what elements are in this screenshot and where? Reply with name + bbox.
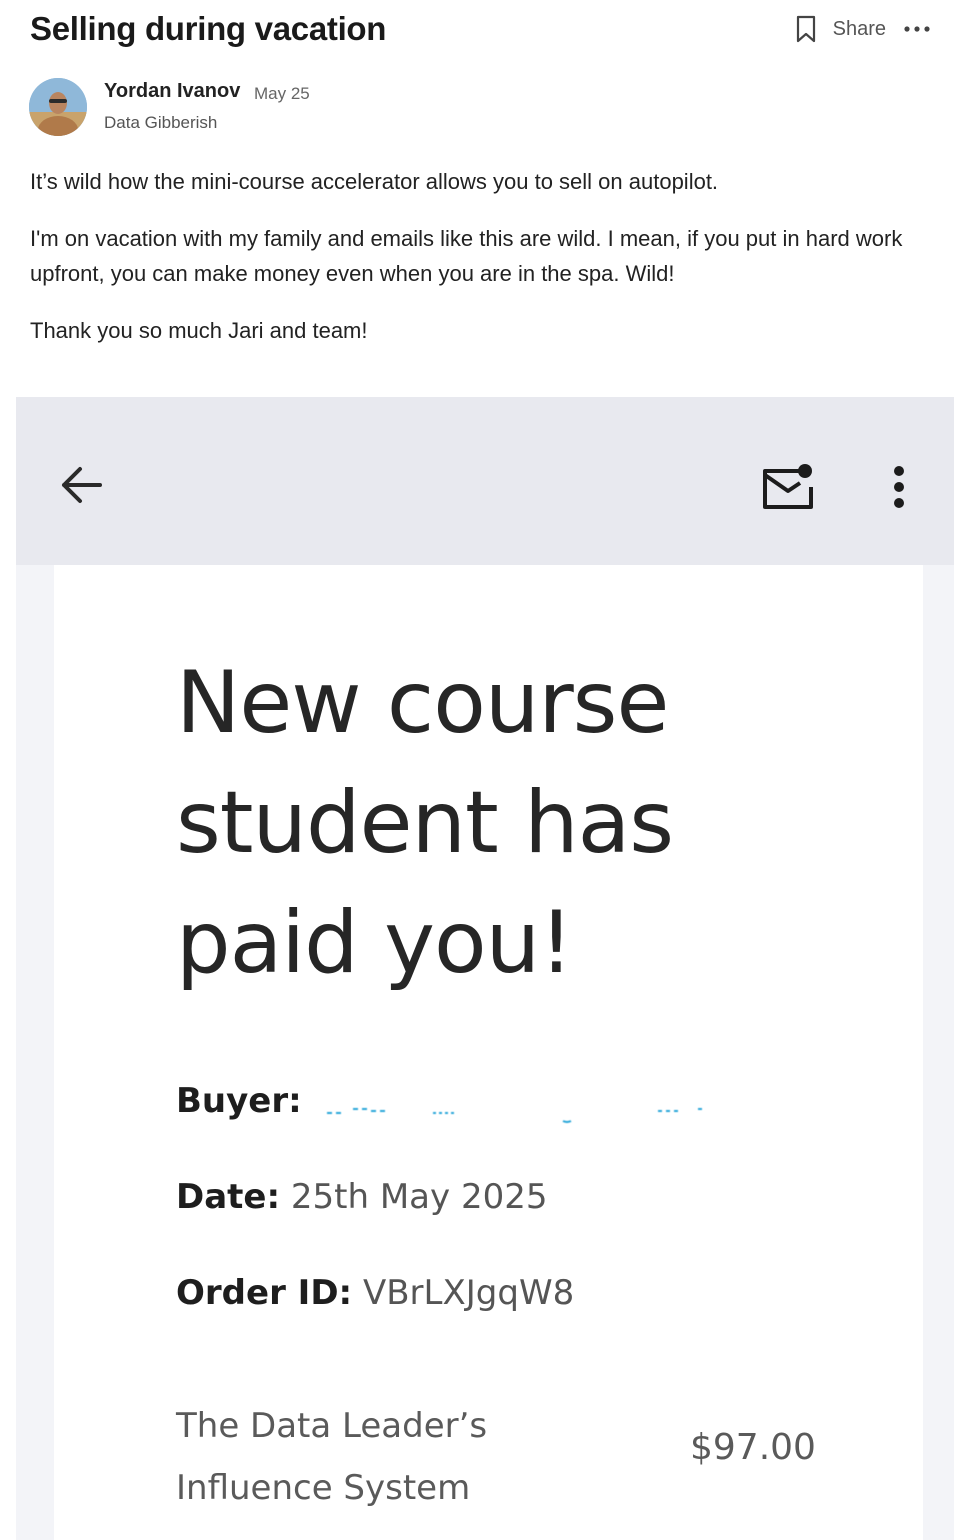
email-body: New course student has paid you! Buyer: … (54, 565, 923, 1540)
more-icon[interactable] (902, 14, 932, 44)
mail-unread-icon[interactable] (760, 463, 816, 511)
product-price: $97.00 (690, 1427, 816, 1468)
email-toolbar (16, 397, 954, 565)
date-field: Date: 25th May 2025 (176, 1177, 547, 1217)
author-name[interactable]: Yordan Ivanov (104, 80, 240, 103)
post-title: Selling during vacation (30, 10, 387, 47)
order-value: VBrLXJgqW8 (362, 1273, 575, 1313)
buyer-label: Buyer: (176, 1081, 302, 1121)
post-date: May 25 (254, 84, 310, 103)
post-actions: Share (793, 14, 932, 44)
share-button[interactable]: Share (833, 18, 886, 41)
bookmark-icon[interactable] (793, 14, 819, 44)
order-field: Order ID: VBrLXJgqW8 (176, 1273, 574, 1313)
date-value: 25th May 2025 (290, 1177, 548, 1217)
post-paragraph: It’s wild how the mini-course accelerato… (30, 169, 719, 194)
publication-name[interactable]: Data Gibberish (104, 113, 217, 133)
buyer-field: Buyer: (176, 1081, 733, 1123)
post-paragraph: Thank you so much Jari and team! (30, 318, 368, 343)
order-label: Order ID: (176, 1273, 353, 1313)
date-label: Date: (176, 1177, 281, 1217)
email-headline: New course student has paid you! (176, 653, 674, 993)
post-paragraph: I'm on vacation with my family and email… (30, 226, 903, 286)
product-name: The Data Leader’s Influence System (176, 1406, 488, 1508)
back-arrow-icon[interactable] (56, 463, 106, 507)
author-avatar[interactable] (29, 78, 87, 136)
buyer-redacted (313, 1092, 733, 1123)
email-screenshot: New course student has paid you! Buyer: … (16, 397, 954, 1540)
kebab-menu-icon[interactable] (884, 463, 914, 513)
